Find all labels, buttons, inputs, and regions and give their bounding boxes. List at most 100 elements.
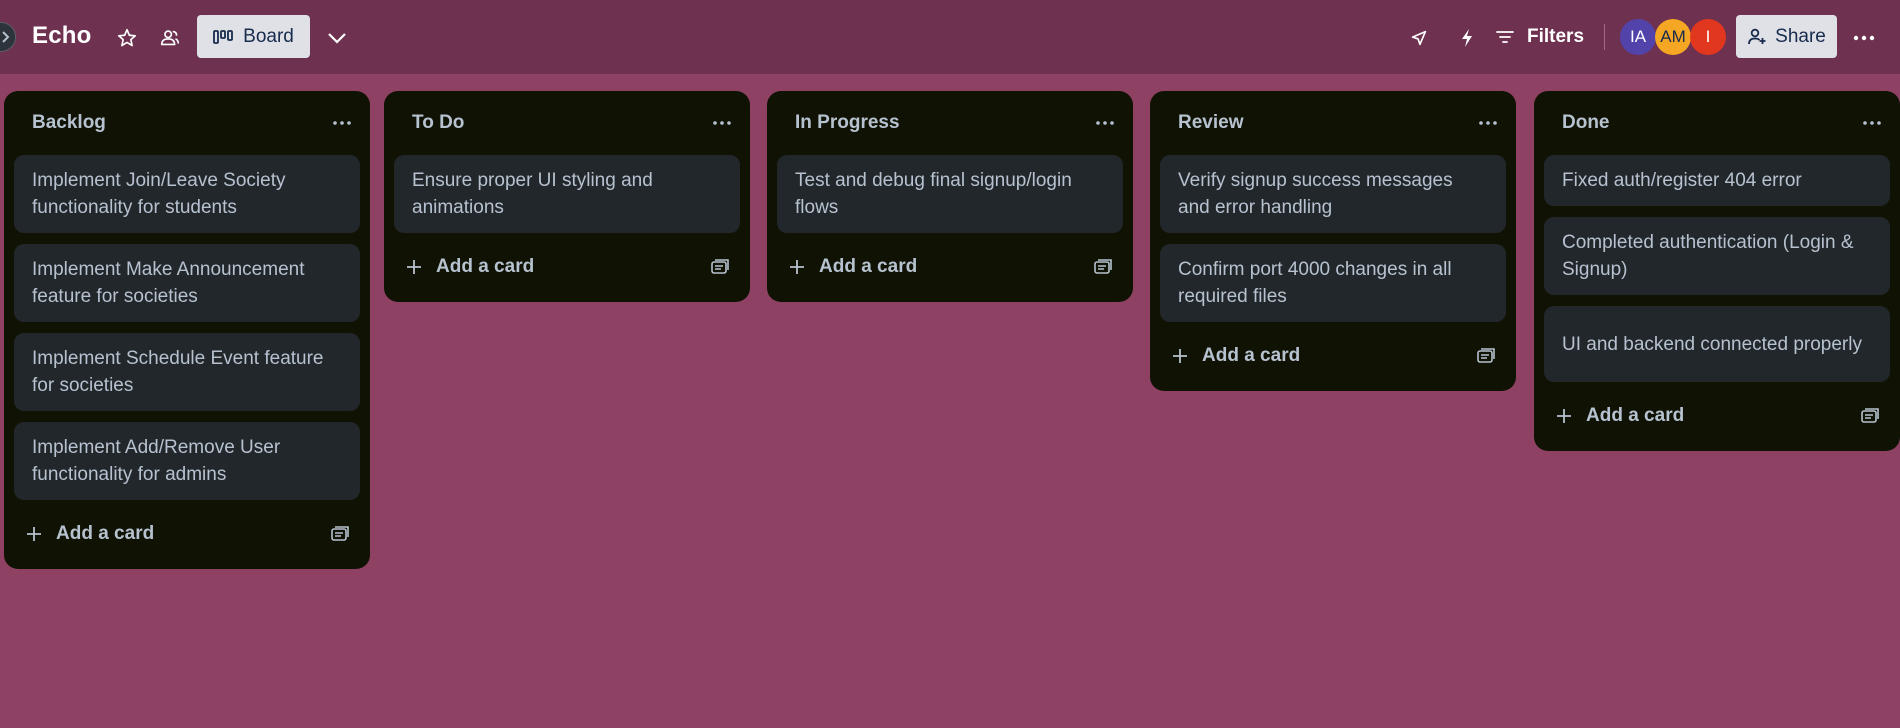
chevron-right-icon: [2, 31, 10, 43]
list-title[interactable]: Done: [1562, 112, 1610, 134]
people-icon: [160, 30, 180, 46]
add-card-row: Add a card: [394, 244, 740, 290]
more-icon: [1863, 121, 1881, 125]
add-card-row: Add a card: [1160, 333, 1506, 379]
card[interactable]: Implement Schedule Event feature for soc…: [14, 333, 360, 411]
card-title: Test and debug final signup/login flows: [795, 170, 1072, 218]
card[interactable]: Test and debug final signup/login flows: [777, 155, 1123, 233]
add-card-row: Add a card: [14, 511, 360, 557]
card[interactable]: Ensure proper UI styling and animations: [394, 155, 740, 233]
list-title[interactable]: To Do: [412, 112, 464, 134]
filter-icon: [1496, 31, 1514, 43]
card[interactable]: UI and backend connected properly: [1544, 306, 1890, 382]
template-icon: [1861, 408, 1879, 423]
list-title[interactable]: Review: [1178, 112, 1243, 134]
template-icon: [1094, 259, 1112, 274]
plus-icon: [1557, 409, 1571, 423]
list-menu-button[interactable]: [704, 107, 740, 139]
create-from-template-button[interactable]: [1858, 404, 1882, 428]
card-title: UI and backend connected properly: [1562, 333, 1862, 355]
template-icon: [711, 259, 729, 274]
add-card-label: Add a card: [819, 256, 918, 277]
card-title: Completed authentication (Login & Signup…: [1562, 232, 1854, 280]
add-card-label: Add a card: [1586, 405, 1685, 426]
template-icon: [331, 526, 349, 541]
add-card-button[interactable]: Add a card: [26, 523, 154, 545]
card-title: Implement Add/Remove User functionality …: [32, 437, 281, 485]
list-menu-button[interactable]: [1087, 107, 1123, 139]
create-from-template-button[interactable]: [1091, 255, 1115, 279]
filters-button[interactable]: Filters: [1495, 19, 1584, 55]
card[interactable]: Confirm port 4000 changes in all require…: [1160, 244, 1506, 322]
avatar-initials: AM: [1660, 27, 1686, 46]
card[interactable]: Implement Make Announcement feature for …: [14, 244, 360, 322]
list-header: In Progress: [777, 91, 1123, 155]
add-card-label: Add a card: [1202, 345, 1301, 366]
more-icon: [1853, 35, 1875, 41]
rocket-icon: [1411, 30, 1427, 46]
add-card-row: Add a card: [777, 244, 1123, 290]
list-in-progress: In Progress Test and debug final signup/…: [767, 91, 1133, 302]
star-icon: [117, 28, 137, 47]
board-columns-icon: [213, 29, 234, 44]
add-card-row: Add a card: [1544, 393, 1890, 439]
power-ups-button[interactable]: [1403, 22, 1435, 54]
list-header: To Do: [394, 91, 740, 155]
list-header: Review: [1160, 91, 1506, 155]
create-from-template-button[interactable]: [708, 255, 732, 279]
card[interactable]: Verify signup success messages and error…: [1160, 155, 1506, 233]
list-menu-button[interactable]: [1470, 107, 1506, 139]
more-icon: [713, 121, 731, 125]
card-title: Fixed auth/register 404 error: [1562, 170, 1802, 191]
add-card-button[interactable]: Add a card: [1172, 345, 1300, 367]
add-card-button[interactable]: Add a card: [1556, 405, 1684, 427]
avatar[interactable]: AM: [1655, 19, 1691, 55]
add-card-label: Add a card: [436, 256, 535, 277]
lightning-icon: [1462, 29, 1472, 47]
automation-button[interactable]: [1451, 22, 1483, 54]
list-to-do: To Do Ensure proper UI styling and anima…: [384, 91, 750, 302]
avatar[interactable]: IA: [1620, 19, 1656, 55]
plus-icon: [1173, 349, 1187, 363]
switch-view-button[interactable]: [321, 22, 353, 54]
card[interactable]: Completed authentication (Login & Signup…: [1544, 217, 1890, 295]
more-icon: [333, 121, 351, 125]
add-card-button[interactable]: Add a card: [406, 256, 534, 278]
list-menu-button[interactable]: [1854, 107, 1890, 139]
board-view-button[interactable]: Board: [197, 15, 310, 58]
board-header: Echo Board Filters IA AM I Share: [0, 0, 1900, 74]
add-card-button[interactable]: Add a card: [789, 256, 917, 278]
card-title: Implement Schedule Event feature for soc…: [32, 348, 324, 396]
list-backlog: Backlog Implement Join/Leave Society fun…: [4, 91, 370, 569]
header-divider: [1604, 24, 1605, 50]
create-from-template-button[interactable]: [1474, 344, 1498, 368]
card[interactable]: Implement Join/Leave Society functionali…: [14, 155, 360, 233]
plus-icon: [407, 260, 421, 274]
card-title: Implement Make Announcement feature for …: [32, 259, 305, 307]
list-done: Done Fixed auth/register 404 error Compl…: [1534, 91, 1900, 451]
card[interactable]: Implement Add/Remove User functionality …: [14, 422, 360, 500]
star-board-button[interactable]: [111, 22, 143, 54]
list-header: Backlog: [14, 91, 360, 155]
create-from-template-button[interactable]: [328, 522, 352, 546]
visibility-button[interactable]: [154, 22, 186, 54]
card[interactable]: Fixed auth/register 404 error: [1544, 155, 1890, 206]
list-title[interactable]: In Progress: [795, 112, 900, 134]
card-title: Confirm port 4000 changes in all require…: [1178, 259, 1452, 307]
avatar-initials: I: [1705, 27, 1711, 46]
list-menu-button[interactable]: [324, 107, 360, 139]
board-menu-button[interactable]: [1848, 22, 1880, 54]
sidebar-expand-button[interactable]: [0, 22, 16, 52]
share-button[interactable]: Share: [1736, 15, 1837, 58]
list-title[interactable]: Backlog: [32, 112, 106, 134]
plus-icon: [790, 260, 804, 274]
add-person-icon: [1748, 28, 1766, 44]
board-view-label: Board: [243, 25, 294, 47]
list-review: Review Verify signup success messages an…: [1150, 91, 1516, 391]
board-title[interactable]: Echo: [32, 22, 91, 50]
chevron-down-icon: [328, 33, 346, 44]
plus-icon: [27, 527, 41, 541]
avatar[interactable]: I: [1690, 19, 1726, 55]
list-header: Done: [1544, 91, 1890, 155]
template-icon: [1477, 348, 1495, 363]
